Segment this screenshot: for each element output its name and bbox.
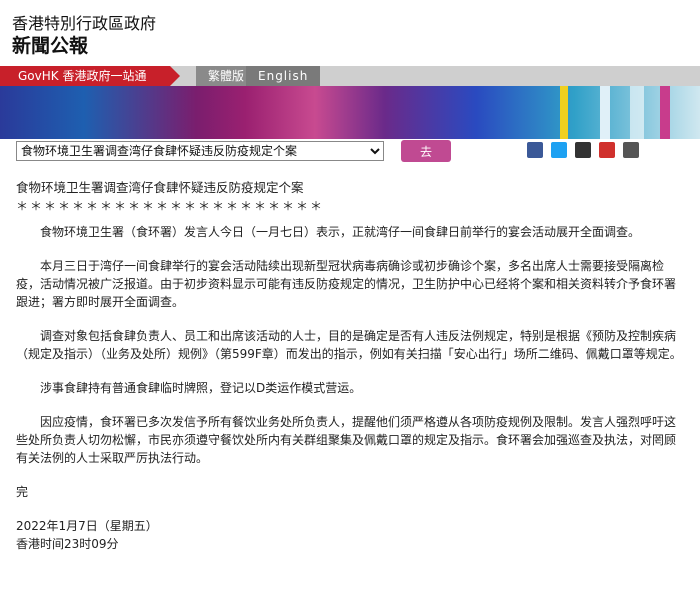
go-button[interactable]: 去 (401, 140, 451, 162)
press-release-title: 食物环境卫生署调查湾仔食肆怀疑违反防疫规定个案 (16, 180, 304, 195)
header-banner (0, 86, 700, 139)
english-version-link[interactable]: English (246, 66, 321, 86)
facebook-icon[interactable] (527, 142, 543, 158)
title-divider-stars: ＊＊＊＊＊＊＊＊＊＊＊＊＊＊＊＊＊＊＊＊＊＊ (16, 199, 325, 213)
release-time: 香港时间23时09分 (16, 537, 119, 551)
top-nav-bar: GovHK 香港政府一站通 繁體版 English (0, 66, 700, 86)
press-release-select[interactable]: 食物环境卫生署调查湾仔食肆怀疑违反防疫规定个案 (16, 141, 384, 161)
release-date: 2022年1月7日（星期五） (16, 519, 158, 533)
paragraph: 因应疫情，食环署已多次发信予所有餐饮业务处所负责人，提醒他们须严格遵从各项防疫规… (16, 415, 677, 465)
press-release-content: 食物环境卫生署调查湾仔食肆怀疑违反防疫规定个案 ＊＊＊＊＊＊＊＊＊＊＊＊＊＊＊＊… (0, 179, 700, 553)
banner-stripe (560, 86, 568, 139)
press-release-toolbar: 食物环境卫生署调查湾仔食肆怀疑违反防疫规定个案 去 (0, 139, 700, 179)
banner-stripe (600, 86, 610, 139)
site-header: 香港特別行政區政府 新聞公報 (0, 0, 700, 66)
paragraph: 涉事食肆持有普通食肆临时牌照，登记以D类运作模式营运。 (40, 381, 362, 395)
govhk-link[interactable]: GovHK 香港政府一站通 (0, 66, 180, 86)
email-icon[interactable] (575, 142, 592, 158)
paragraph: 调查对象包括食肆负责人、员工和出席该活动的人士，目的是确定是否有人违反法例规定，… (16, 329, 682, 361)
paragraph: 本月三日于湾仔一间食肆举行的宴会活动陆续出现新型冠状病毒病确诊或初步确诊个案，多… (16, 259, 677, 309)
print-icon[interactable] (623, 142, 640, 158)
end-marker: 完 (16, 485, 29, 499)
share-bar (527, 142, 642, 161)
banner-stripe (660, 86, 670, 139)
twitter-icon[interactable] (551, 142, 568, 158)
paragraph: 食物环境卫生署（食环署）发言人今日（一月七日）表示，正就湾仔一间食肆日前举行的宴… (40, 225, 641, 239)
banner-stripe (630, 86, 644, 139)
page-title: 新聞公報 (12, 35, 89, 57)
weibo-icon[interactable] (599, 142, 616, 158)
